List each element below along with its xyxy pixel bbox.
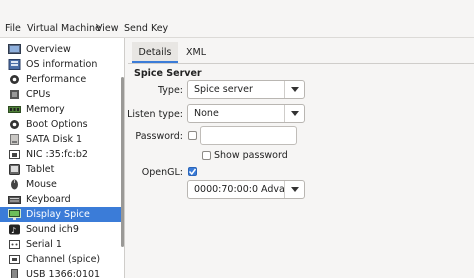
tab-xml[interactable]: XML — [178, 42, 214, 63]
usb-icon — [8, 269, 21, 278]
sidebar-item-keyboard[interactable]: Keyboard — [0, 192, 124, 207]
type-select-value: Spice server — [194, 84, 253, 95]
sidebar-item-display-spice[interactable]: Display Spice — [0, 207, 124, 222]
sidebar-item-serial[interactable]: Serial 1 — [0, 237, 124, 252]
sidebar-item-sata-disk[interactable]: SATA Disk 1 — [0, 132, 124, 147]
menubar: File Virtual Machine View Send Key — [0, 0, 474, 38]
nic-icon — [8, 149, 21, 160]
sidebar-item-sound[interactable]: ♪ Sound ich9 — [0, 222, 124, 237]
sidebar-item-usb[interactable]: USB 1366:0101 — [0, 267, 124, 278]
rendernode-select[interactable]: 0000:70:00:0 Advance — [187, 180, 305, 199]
tab-details[interactable]: Details — [132, 42, 178, 63]
menu-virtual-machine[interactable]: Virtual Machine — [27, 23, 101, 35]
svg-text:♪: ♪ — [11, 226, 16, 235]
menu-send-key[interactable]: Send Key — [124, 23, 168, 35]
tab-bar: Details XML — [128, 42, 474, 64]
type-select[interactable]: Spice server — [187, 80, 305, 99]
keyboard-icon — [8, 194, 21, 205]
chevron-down-icon — [284, 81, 304, 98]
sidebar-scrollbar[interactable] — [121, 77, 124, 247]
sound-icon: ♪ — [8, 224, 21, 235]
overview-icon — [8, 44, 21, 55]
cpu-icon — [8, 89, 21, 100]
disk-icon — [8, 134, 21, 145]
type-label: Type: — [157, 85, 183, 96]
os-info-icon — [8, 59, 21, 70]
sidebar-item-channel-spice[interactable]: Channel (spice) — [0, 252, 124, 267]
tablet-icon — [8, 164, 21, 175]
mouse-icon — [8, 179, 21, 190]
memory-icon — [8, 104, 21, 115]
listen-type-label: Listen type: — [127, 109, 183, 120]
password-label: Password: — [135, 131, 183, 142]
password-checkbox[interactable] — [188, 131, 197, 140]
listen-type-select-value: None — [194, 108, 219, 119]
sidebar-item-cpus[interactable]: CPUs — [0, 87, 124, 102]
channel-icon — [8, 254, 21, 265]
sidebar-item-os-information[interactable]: OS information — [0, 57, 124, 72]
boot-options-icon — [8, 119, 21, 130]
sidebar-item-nic[interactable]: NIC :35:fc:b2 — [0, 147, 124, 162]
sidebar-item-memory[interactable]: Memory — [0, 102, 124, 117]
opengl-checkbox[interactable] — [188, 167, 197, 176]
sidebar-item-overview[interactable]: Overview — [0, 42, 124, 57]
serial-icon — [8, 239, 21, 250]
sidebar-item-performance[interactable]: Performance — [0, 72, 124, 87]
show-password-checkbox[interactable] — [202, 151, 211, 160]
chevron-down-icon — [284, 105, 304, 122]
checkmark-icon — [188, 168, 197, 176]
password-field[interactable] — [200, 126, 297, 145]
hardware-list: Overview OS information Performance CPUs… — [0, 38, 125, 278]
show-password-label: Show password — [214, 150, 288, 161]
opengl-label: OpenGL: — [141, 167, 183, 178]
sidebar-item-tablet[interactable]: Tablet — [0, 162, 124, 177]
sidebar-item-boot-options[interactable]: Boot Options — [0, 117, 124, 132]
performance-icon — [8, 74, 21, 85]
menu-file[interactable]: File — [5, 23, 21, 35]
listen-type-select[interactable]: None — [187, 104, 305, 123]
display-icon — [8, 209, 21, 220]
sidebar-item-mouse[interactable]: Mouse — [0, 177, 124, 192]
chevron-down-icon — [284, 181, 304, 198]
menu-view[interactable]: View — [96, 23, 119, 35]
rendernode-select-value: 0000:70:00:0 Advance — [194, 184, 284, 195]
section-title: Spice Server — [134, 68, 202, 79]
